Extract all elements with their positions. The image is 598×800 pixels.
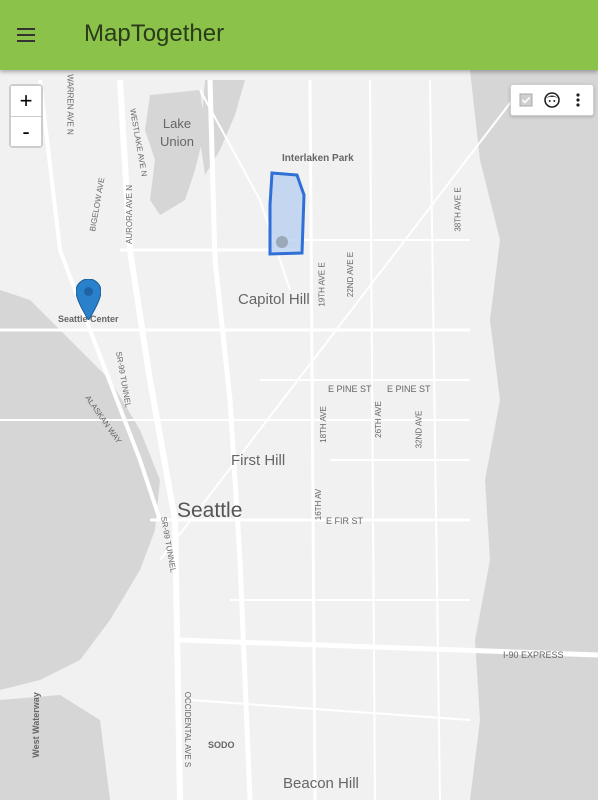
label-e-pine-st-2: E PINE ST <box>387 384 431 394</box>
map-canvas[interactable]: Lake Union Interlaken Park Capitol Hill … <box>0 70 598 800</box>
hamburger-menu-icon[interactable] <box>12 20 42 50</box>
zoom-out-button[interactable]: - <box>11 116 41 146</box>
zoom-control: + - <box>9 84 43 148</box>
label-i90-express: I-90 EXPRESS <box>503 650 564 660</box>
label-capitol-hill: Capitol Hill <box>238 291 310 308</box>
label-22nd-ave-e: 22ND AVE E <box>346 251 356 298</box>
label-e-pine-st-1: E PINE ST <box>328 384 372 394</box>
label-interlaken-park: Interlaken Park <box>282 153 354 164</box>
label-seattle: Seattle <box>177 499 243 522</box>
label-e-fir-st: E FIR ST <box>326 516 364 526</box>
label-26th-ave: 26TH AVE <box>373 401 383 438</box>
label-beacon-hill: Beacon Hill <box>283 775 359 792</box>
label-38th-ave-e: 38TH AVE E <box>453 187 463 232</box>
face-icon[interactable] <box>539 85 565 115</box>
label-18th-ave: 18TH AVE <box>318 406 328 443</box>
label-west-waterway: West Waterway <box>30 692 41 758</box>
label-sodo: SODO <box>208 740 235 750</box>
label-warren-ave-n: WARREN AVE N <box>65 74 75 135</box>
app-bar: MapTogether <box>0 0 598 70</box>
label-occidental-ave-s: OCCIDENTAL AVE S <box>183 691 193 768</box>
more-vertical-icon[interactable] <box>565 85 591 115</box>
label-32nd-ave: 32ND AVE <box>414 410 424 449</box>
checkbox-icon[interactable] <box>513 85 539 115</box>
label-19th-ave-e: 19TH AVE E <box>317 262 327 307</box>
label-lake-union: Lake Union <box>160 116 194 149</box>
map-toolbox <box>510 84 594 116</box>
label-aurora-ave-n: AURORA AVE N <box>124 185 134 244</box>
map-pin-icon[interactable] <box>75 278 102 321</box>
app-title: MapTogether <box>84 20 225 47</box>
label-first-hill: First Hill <box>231 452 286 469</box>
zoom-in-button[interactable]: + <box>11 86 41 116</box>
label-16th-av: 16TH AV <box>314 488 324 521</box>
